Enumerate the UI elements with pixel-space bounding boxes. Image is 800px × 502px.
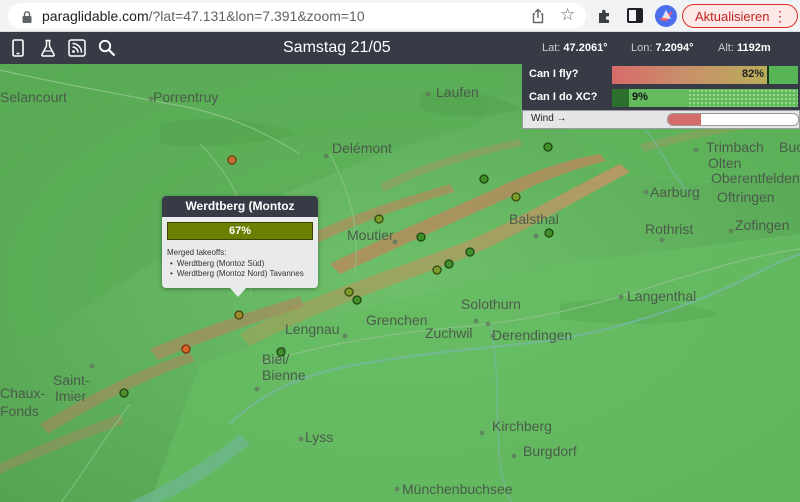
can-fly-rest xyxy=(769,66,798,84)
url-path: /?lat=47.131&lon=7.391&zoom=10 xyxy=(148,8,365,24)
takeoff-marker[interactable] xyxy=(444,259,454,269)
takeoff-markers xyxy=(119,142,554,398)
takeoff-marker[interactable] xyxy=(416,232,426,242)
phone-icon[interactable] xyxy=(11,39,31,57)
can-xc-row: Can I do XC? 9% xyxy=(522,87,800,109)
longitude-value: 7.2094° xyxy=(655,42,694,54)
longitude-readout: Lon: 7.2094° xyxy=(631,42,694,54)
altitude-label: Alt: xyxy=(718,42,734,54)
popup-takeoff-list: Werdtberg (Montoz Süd) Werdtberg (Montoz… xyxy=(167,259,304,279)
altitude-value: 1192m xyxy=(736,42,771,54)
search-icon[interactable] xyxy=(98,39,118,57)
takeoff-marker[interactable] xyxy=(511,192,521,202)
wind-bar xyxy=(667,113,799,126)
popup-merged-label: Merged takeoffs: xyxy=(167,248,227,257)
takeoff-marker[interactable] xyxy=(544,228,554,238)
lock-icon xyxy=(22,10,32,23)
can-xc-dotted-area xyxy=(688,89,798,107)
takeoff-marker[interactable] xyxy=(374,214,384,224)
takeoff-marker[interactable] xyxy=(352,295,362,305)
can-xc-value: 9% xyxy=(632,91,648,103)
latitude-value: 47.2061° xyxy=(563,42,608,54)
latitude-label: Lat: xyxy=(542,42,561,54)
takeoff-popup[interactable]: Werdtberg (Montoz 67% Merged takeoffs: W… xyxy=(162,196,318,297)
side-panel-icon[interactable] xyxy=(627,8,643,23)
can-fly-label: Can I fly? xyxy=(529,68,579,80)
takeoff-marker[interactable] xyxy=(234,310,244,320)
can-xc-fill xyxy=(612,89,629,107)
fly-probability-panel: Can I fly? 82% Can I do XC? 9% Wind → xyxy=(522,64,800,129)
takeoff-marker[interactable] xyxy=(276,347,286,357)
popup-title: Werdtberg (Montoz xyxy=(162,196,318,217)
share-icon[interactable] xyxy=(530,8,546,24)
takeoff-marker[interactable] xyxy=(479,174,489,184)
map-canvas[interactable]: Selancourt Porrentruy Laufen Delémont Tr… xyxy=(0,64,800,502)
takeoff-marker[interactable] xyxy=(344,287,354,297)
takeoff-marker[interactable] xyxy=(465,247,475,257)
takeoff-marker[interactable] xyxy=(227,155,237,165)
browser-chrome: paraglidable.com/?lat=47.131&lon=7.391&z… xyxy=(0,0,800,32)
profile-avatar[interactable] xyxy=(655,5,677,27)
takeoff-marker[interactable] xyxy=(432,265,442,275)
takeoff-marker[interactable] xyxy=(543,142,553,152)
wind-row: Wind → xyxy=(522,110,800,129)
update-button[interactable]: Aktualisieren ⋮ xyxy=(682,4,798,28)
flask-icon[interactable] xyxy=(40,39,60,57)
altitude-readout: Alt: 1192m xyxy=(718,42,771,54)
list-item: Werdtberg (Montoz Nord) Tavannes xyxy=(167,269,304,279)
can-xc-label: Can I do XC? xyxy=(529,91,598,103)
rss-icon[interactable] xyxy=(68,39,88,57)
list-item: Werdtberg (Montoz Süd) xyxy=(167,259,304,269)
bookmark-star-icon[interactable]: ☆ xyxy=(560,6,575,24)
popup-probability-bar: 67% xyxy=(167,222,313,240)
takeoff-marker[interactable] xyxy=(119,388,129,398)
more-menu-icon[interactable]: ⋮ xyxy=(773,8,787,24)
can-xc-bar: 9% xyxy=(612,89,798,107)
address-bar[interactable]: paraglidable.com/?lat=47.131&lon=7.391&z… xyxy=(8,3,586,29)
wind-fill xyxy=(668,114,701,125)
forecast-date[interactable]: Samstag 21/05 xyxy=(283,39,391,57)
can-fly-row: Can I fly? 82% xyxy=(522,64,800,86)
longitude-label: Lon: xyxy=(631,42,653,54)
popup-pointer xyxy=(230,288,246,297)
url-text: paraglidable.com/?lat=47.131&lon=7.391&z… xyxy=(42,8,365,24)
app-toolbar: Samstag 21/05 Lat: 47.2061° Lon: 7.2094°… xyxy=(0,32,800,64)
can-fly-value: 82% xyxy=(741,68,764,80)
takeoff-marker[interactable] xyxy=(181,344,191,354)
update-button-label: Aktualisieren xyxy=(695,8,770,24)
wind-label: Wind → xyxy=(531,113,567,124)
extensions-puzzle-icon[interactable] xyxy=(596,7,614,25)
url-host: paraglidable.com xyxy=(42,8,149,24)
latitude-readout: Lat: 47.2061° xyxy=(542,42,608,54)
can-fly-bar: 82% xyxy=(612,66,798,84)
